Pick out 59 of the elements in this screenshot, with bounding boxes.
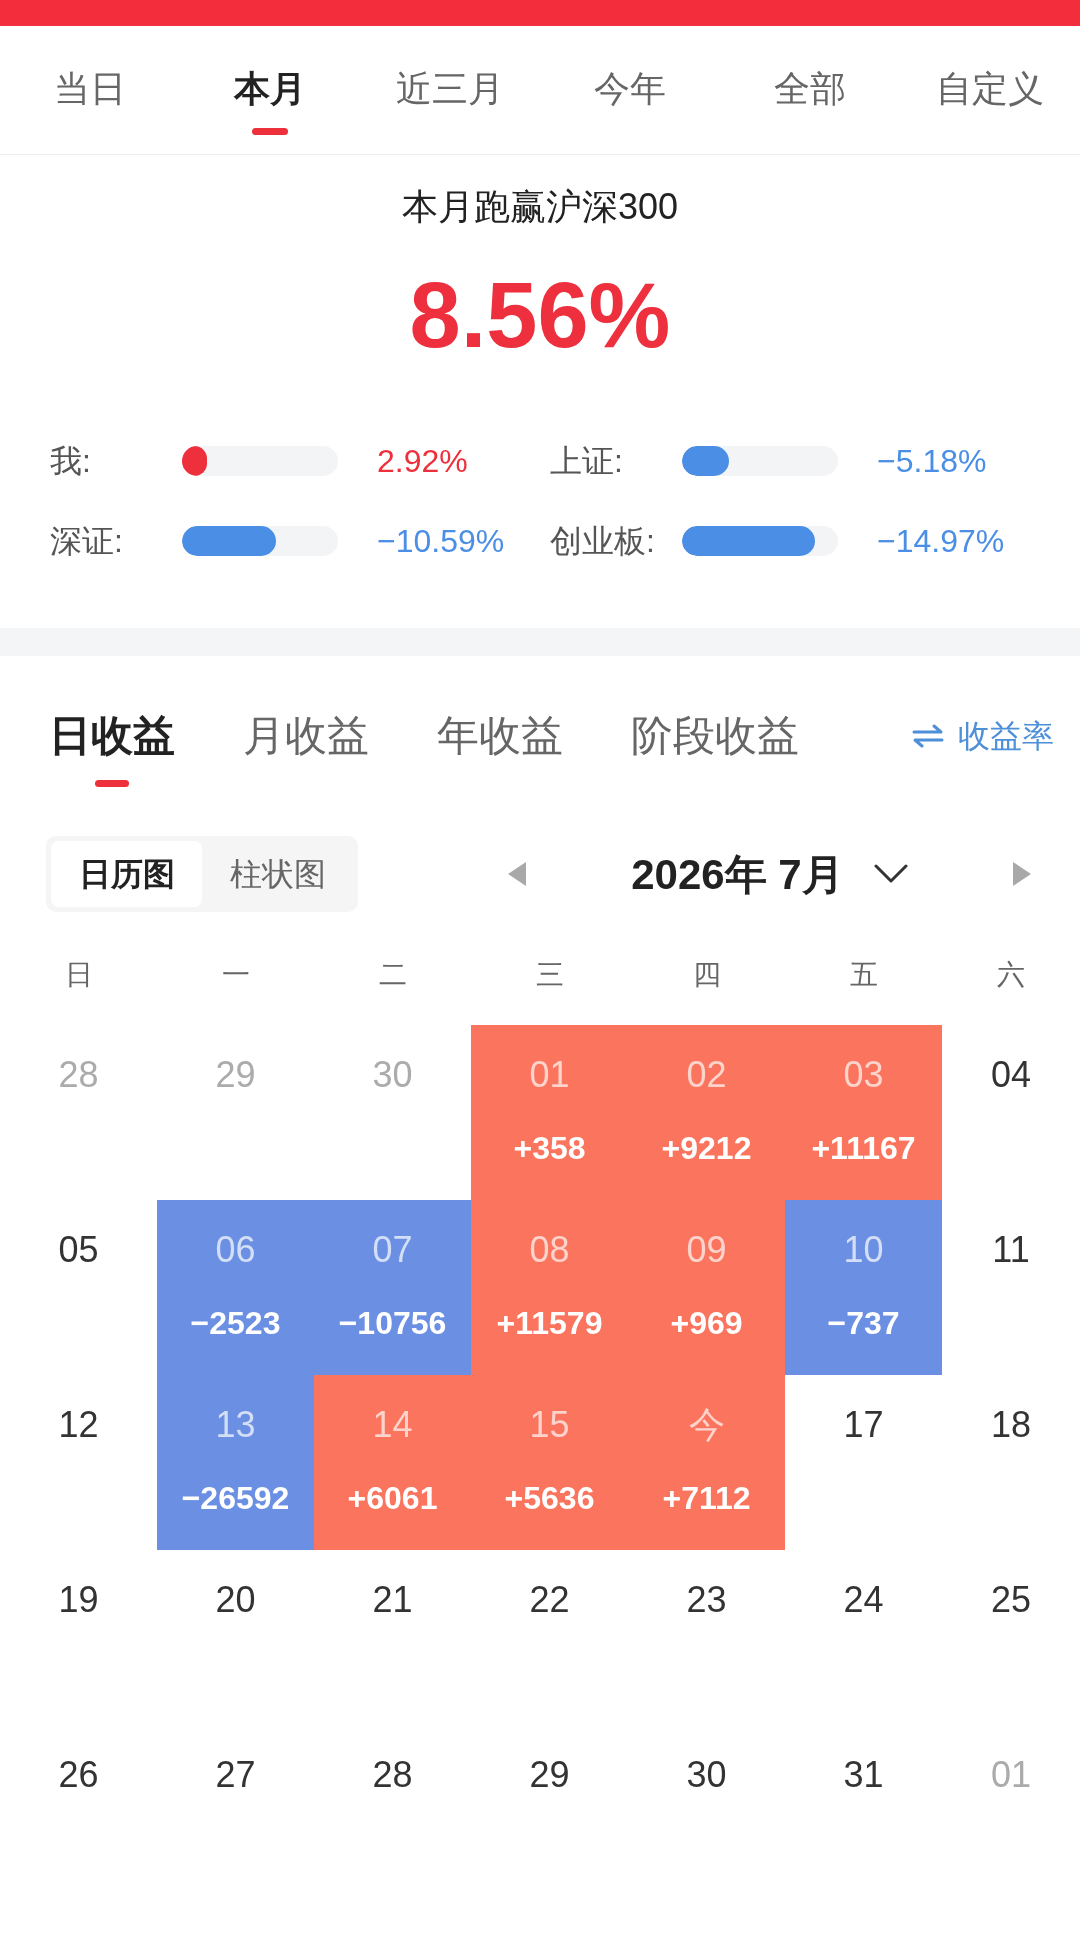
active-tab-indicator xyxy=(95,780,129,787)
comparison-label: 深证: xyxy=(50,522,124,561)
period-tab[interactable]: 本月 xyxy=(180,26,360,154)
calendar-day[interactable]: 11 xyxy=(992,1228,1030,1272)
period-tab[interactable]: 今年 xyxy=(540,26,720,154)
month-picker[interactable]: 2026年 7月 xyxy=(631,842,908,906)
active-tab-indicator xyxy=(252,128,288,135)
period-tab[interactable]: 当日 xyxy=(0,26,180,154)
weekday-label: 六 xyxy=(997,958,1025,992)
comparison-label: 创业板: xyxy=(550,522,656,561)
rate-toggle-button[interactable]: 收益率 xyxy=(912,710,1054,762)
calendar-day[interactable]: 26 xyxy=(58,1753,99,1797)
calendar-day[interactable]: 05 xyxy=(58,1228,99,1272)
period-tab[interactable]: 全部 xyxy=(720,26,900,154)
comparison-value: 2.92% xyxy=(377,442,468,481)
calendar-day[interactable]: 20 xyxy=(215,1578,256,1622)
calendar-day-cell[interactable]: 06 −2523 xyxy=(157,1200,314,1375)
calendar-day[interactable]: 21 xyxy=(372,1578,413,1622)
calendar-day[interactable]: 04 xyxy=(990,1053,1031,1097)
comparison-value: −14.97% xyxy=(877,522,1005,561)
calendar-day[interactable]: 25 xyxy=(990,1578,1031,1622)
weekday-label: 日 xyxy=(64,958,93,992)
calendar-day[interactable]: 29 xyxy=(529,1753,570,1797)
period-tab[interactable]: 近三月 xyxy=(360,26,540,154)
calendar-day[interactable]: 12 xyxy=(58,1403,99,1447)
calendar-day[interactable]: 19 xyxy=(58,1578,99,1622)
calendar-day[interactable]: 18 xyxy=(990,1403,1031,1447)
weekday-label: 四 xyxy=(692,958,721,992)
comparison-value: −5.18% xyxy=(877,442,987,481)
calendar-day[interactable]: 30 xyxy=(686,1753,727,1797)
calendar-day-cell[interactable]: 13 −26592 xyxy=(157,1375,314,1550)
comparison-label: 我: xyxy=(50,442,92,481)
outperform-value: 8.56% xyxy=(409,263,671,368)
view-option[interactable]: 日历图 xyxy=(51,841,202,907)
calendar-day[interactable]: 22 xyxy=(529,1578,570,1622)
calendar-day[interactable]: 28 xyxy=(372,1753,413,1797)
profit-tab[interactable]: 阶段收益 xyxy=(631,710,799,787)
calendar-day[interactable]: 27 xyxy=(215,1753,256,1797)
summary-title: 本月跑赢沪深300 xyxy=(401,185,679,229)
caret-right-icon[interactable] xyxy=(1013,862,1031,886)
calendar-day[interactable]: 17 xyxy=(843,1403,884,1447)
calendar-day-cell[interactable]: 10 −737 xyxy=(785,1200,942,1375)
period-tab[interactable]: 自定义 xyxy=(900,26,1080,154)
calendar-day[interactable]: 23 xyxy=(686,1578,727,1622)
view-option[interactable]: 柱状图 xyxy=(202,841,353,907)
profit-tab[interactable]: 年收益 xyxy=(437,710,563,787)
profit-tab[interactable]: 日收益 xyxy=(49,710,175,787)
calendar-day[interactable]: 24 xyxy=(843,1578,884,1622)
weekday-label: 二 xyxy=(378,958,407,992)
profit-tab[interactable]: 月收益 xyxy=(243,710,369,787)
weekday-label: 五 xyxy=(849,958,878,992)
calendar-day[interactable]: 31 xyxy=(843,1753,884,1797)
chevron-down-icon xyxy=(873,864,908,884)
weekday-label: 一 xyxy=(221,958,250,992)
comparison-label: 上证: xyxy=(550,442,624,481)
weekday-label: 三 xyxy=(535,958,564,992)
caret-left-icon[interactable] xyxy=(508,862,526,886)
comparison-value: −10.59% xyxy=(377,522,505,561)
calendar-day-cell[interactable]: 07 −10756 xyxy=(314,1200,471,1375)
